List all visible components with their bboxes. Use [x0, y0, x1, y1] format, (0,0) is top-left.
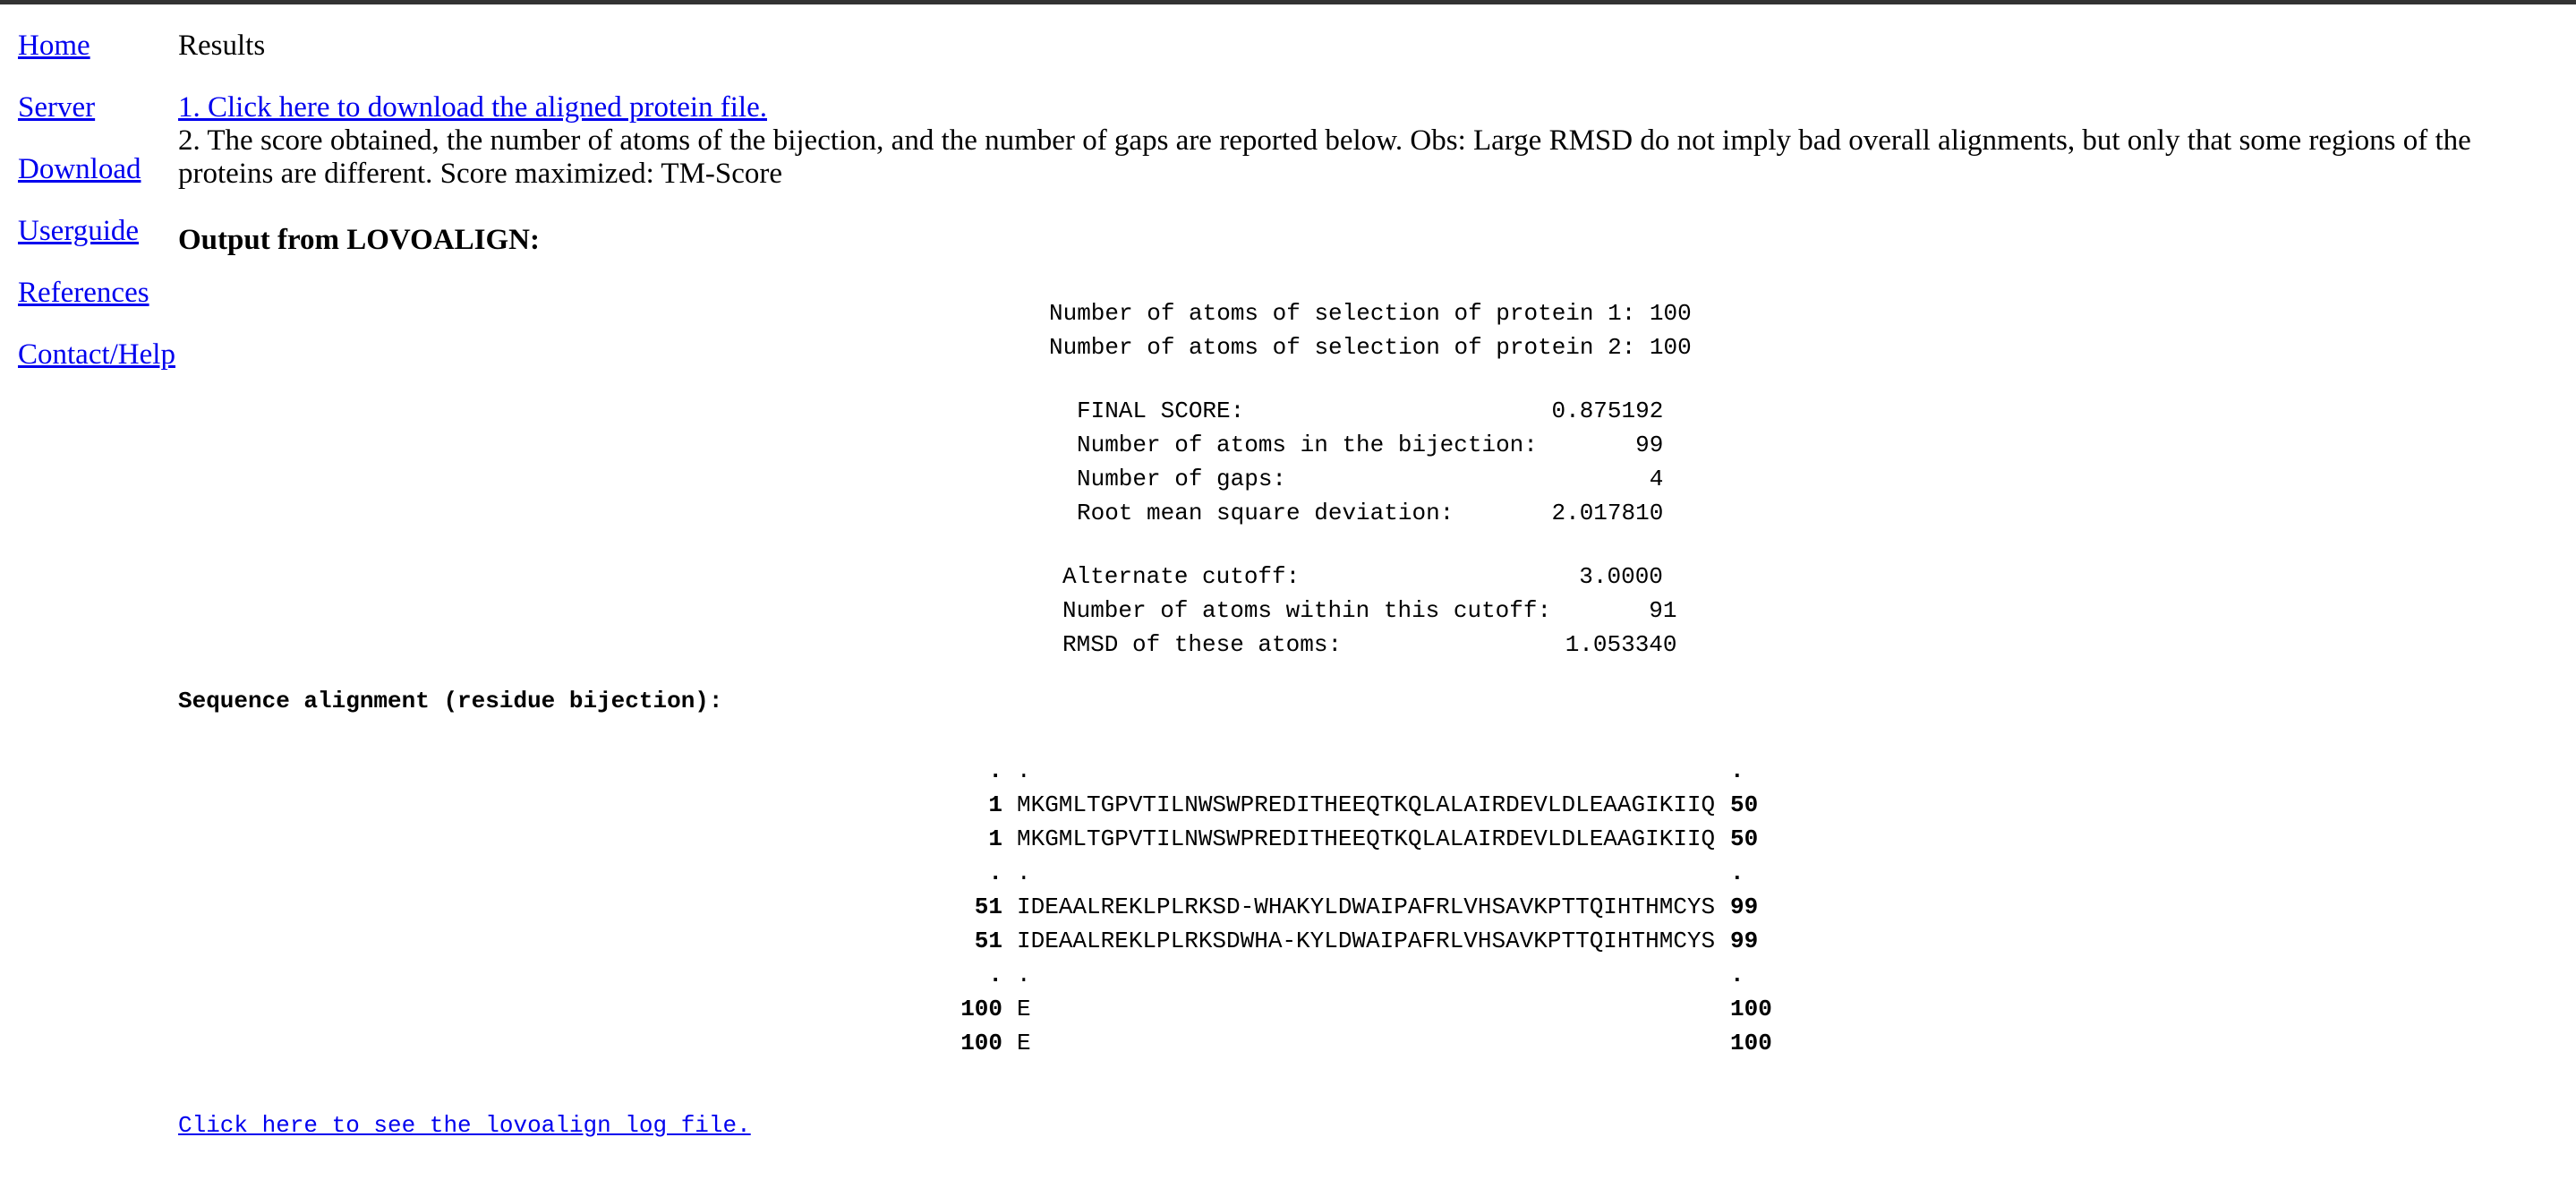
alignment-end-index: .	[1730, 859, 1744, 886]
alignment-end-index: .	[1730, 962, 1744, 988]
alignment-start-index: .	[988, 962, 1002, 988]
alignment-row: 1 MKGMLTGPVTILNWSWPREDITHEEQTKQLALAIRDEV…	[951, 822, 1772, 856]
alignment-end-index: 100	[1730, 996, 1772, 1022]
results-description: 2. The score obtained, the number of ato…	[178, 124, 2471, 190]
gaps-line: Number of gaps: 4	[1077, 466, 1664, 492]
alignment-sequence: E	[1017, 1030, 1031, 1056]
alignment-end-index: 100	[1730, 1030, 1772, 1056]
final-score-line: FINAL SCORE: 0.875192	[1077, 398, 1664, 424]
cutoff-rmsd-line: RMSD of these atoms: 1.053340	[1062, 631, 1677, 658]
alignment-start-index: 100	[960, 996, 1002, 1022]
alignment-row: 100 E 100	[951, 1026, 1772, 1060]
alignment-sequence: .	[1017, 859, 1031, 886]
output-heading: Output from LOVOALIGN:	[178, 224, 540, 256]
download-aligned-file-link[interactable]: 1. Click here to download the aligned pr…	[178, 91, 2559, 124]
page-title: Results	[178, 30, 266, 62]
alignment-start-index: 51	[974, 894, 1002, 920]
alignment-row: . . .	[951, 958, 1772, 992]
alignment-sequence: MKGMLTGPVTILNWSWPREDITHEEQTKQLALAIRDEVLD…	[1017, 825, 1716, 852]
sequence-alignment-table: . . . 1 MKGMLTGPVTILNWSWPREDITHEEQTKQLAL…	[951, 754, 1772, 1060]
alignment-start-index: 1	[988, 791, 1002, 818]
alignment-end-index: 50	[1730, 825, 1759, 852]
alignment-sequence: .	[1017, 962, 1031, 988]
alignment-sequence: IDEAALREKLPLRKSD-WHAKYLDWAIPAFRLVHSAVKPT…	[1017, 894, 1716, 920]
alignment-row: 1 MKGMLTGPVTILNWSWPREDITHEEQTKQLALAIRDEV…	[951, 788, 1772, 822]
alignment-start-index: 100	[960, 1030, 1002, 1056]
alignment-end-index: 99	[1730, 928, 1759, 954]
nav-link-home[interactable]: Home	[18, 29, 175, 63]
nav-link-references[interactable]: References	[18, 276, 175, 310]
alignment-start-index: .	[988, 757, 1002, 784]
alignment-sequence: IDEAALREKLPLRKSDWHA-KYLDWAIPAFRLVHSAVKPT…	[1017, 928, 1716, 954]
alternate-cutoff-line: Alternate cutoff: 3.0000	[1062, 563, 1663, 590]
alignment-sequence: .	[1017, 757, 1031, 784]
alignment-start-index: 1	[988, 825, 1002, 852]
alignment-sequence: MKGMLTGPVTILNWSWPREDITHEEQTKQLALAIRDEVLD…	[1017, 791, 1716, 818]
sidebar-nav: Home Server Download Userguide Reference…	[18, 29, 175, 399]
alignment-start-index: .	[988, 859, 1002, 886]
bijection-atoms-line: Number of atoms in the bijection: 99	[1077, 432, 1664, 458]
protein2-atoms-line: Number of atoms of selection of protein …	[1049, 334, 1692, 361]
score-stats: FINAL SCORE: 0.875192 Number of atoms in …	[1077, 394, 1663, 530]
alignment-start-index: 51	[974, 928, 1002, 954]
cutoff-stats: Alternate cutoff: 3.0000 Number of atoms …	[1062, 560, 1677, 662]
alignment-row: . . .	[951, 856, 1772, 890]
nav-link-download[interactable]: Download	[18, 152, 175, 186]
atoms-within-cutoff-line: Number of atoms within this cutoff: 91	[1062, 597, 1677, 624]
lovoalign-log-link[interactable]: Click here to see the lovoalign log file…	[178, 1112, 751, 1139]
main-content: Results 1. Click here to download the al…	[178, 29, 2559, 257]
alignment-end-index: .	[1730, 757, 1744, 784]
selection-stats: Number of atoms of selection of protein …	[1049, 296, 1692, 364]
alignment-end-index: 99	[1730, 894, 1759, 920]
sequence-alignment-heading: Sequence alignment (residue bijection):	[178, 688, 723, 714]
alignment-row: 100 E 100	[951, 992, 1772, 1026]
alignment-row: 51 IDEAALREKLPLRKSDWHA-KYLDWAIPAFRLVHSAV…	[951, 924, 1772, 958]
top-border	[0, 0, 2576, 4]
protein1-atoms-line: Number of atoms of selection of protein …	[1049, 300, 1692, 327]
nav-link-contact-help[interactable]: Contact/Help	[18, 338, 175, 372]
nav-link-userguide[interactable]: Userguide	[18, 214, 175, 248]
alignment-sequence: E	[1017, 996, 1031, 1022]
alignment-row: . . .	[951, 754, 1772, 788]
rmsd-line: Root mean square deviation: 2.017810	[1077, 500, 1664, 526]
alignment-row: 51 IDEAALREKLPLRKSD-WHAKYLDWAIPAFRLVHSAV…	[951, 890, 1772, 924]
nav-link-server[interactable]: Server	[18, 90, 175, 124]
alignment-end-index: 50	[1730, 791, 1759, 818]
